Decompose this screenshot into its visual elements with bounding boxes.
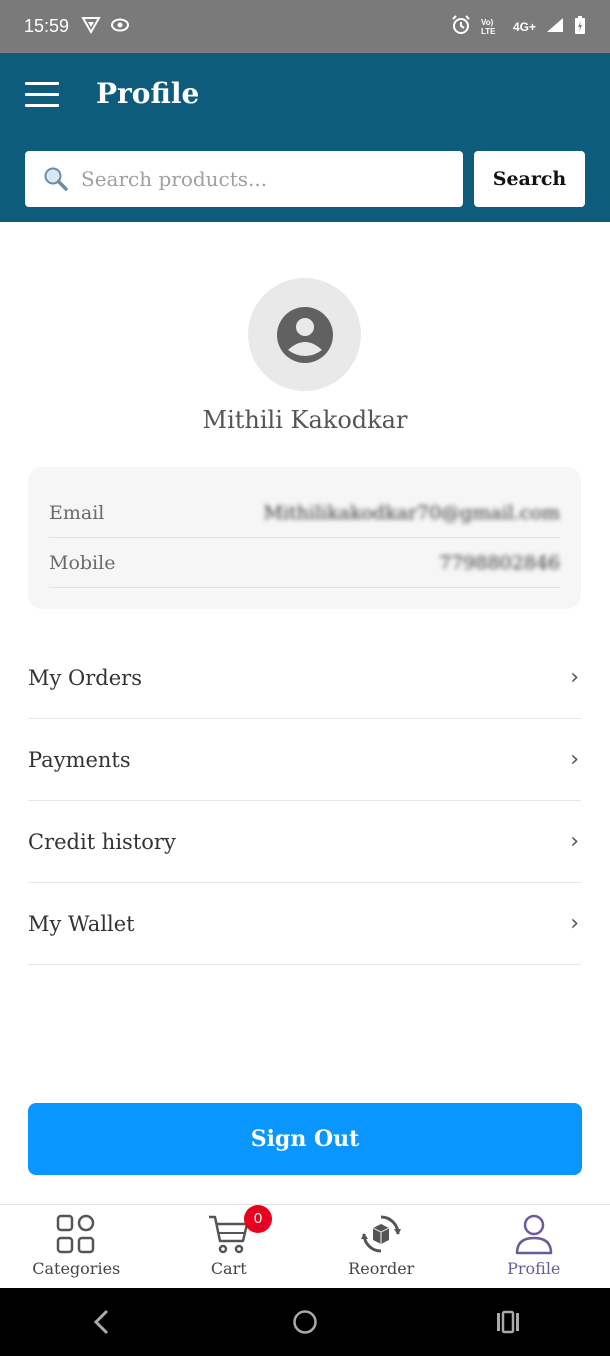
chevron-right-icon: › (570, 829, 579, 854)
search-icon (43, 166, 69, 192)
menu-item-label: Payments (28, 747, 131, 772)
user-icon (515, 1214, 552, 1255)
status-time: 15:59 (24, 16, 70, 36)
nav-item-cart[interactable]: Cart (153, 1205, 306, 1288)
search-input[interactable] (81, 167, 441, 191)
chevron-right-icon: › (570, 665, 579, 690)
page-title: Profile (96, 77, 200, 110)
menu-item-payments[interactable]: Payments › (28, 719, 581, 801)
recents-icon[interactable] (478, 1292, 538, 1352)
battery-icon (574, 15, 586, 38)
nav-item-categories[interactable]: Categories (0, 1205, 153, 1288)
app-header: Profile Search (0, 53, 610, 222)
menu-item-my-orders[interactable]: My Orders › (28, 637, 581, 719)
mobile-row: Mobile 7798802846 (49, 538, 560, 588)
chevron-right-icon: › (570, 911, 579, 936)
nav-label-cart: Cart (210, 1259, 247, 1278)
cart-count-badge: 0 (244, 1205, 272, 1233)
nav-item-profile[interactable]: Profile (458, 1205, 610, 1288)
alarm-icon (451, 15, 471, 38)
email-row: Email Mithilikakodkar70@gmail.com (49, 488, 560, 538)
menu-item-my-wallet[interactable]: My Wallet › (28, 883, 581, 965)
nav-item-reorder[interactable]: Reorder (305, 1205, 458, 1288)
profile-name: Mithili Kakodkar (202, 406, 408, 434)
profile-menu-list: My Orders › Payments › Credit history › … (28, 637, 581, 965)
menu-item-label: My Wallet (28, 911, 135, 936)
status-bar: 15:59 Vo) LTE 4G+ (0, 0, 610, 53)
avatar (248, 278, 361, 391)
mobile-value: 7798802846 (439, 551, 560, 574)
back-icon[interactable] (72, 1292, 132, 1352)
signal-icon (546, 17, 564, 36)
hamburger-menu-icon[interactable] (25, 82, 59, 108)
home-icon[interactable] (275, 1292, 335, 1352)
grid-icon (57, 1214, 95, 1254)
system-nav-bar (0, 1288, 610, 1356)
user-avatar-icon (276, 306, 333, 363)
nav-label-profile: Profile (507, 1259, 561, 1278)
menu-item-label: Credit history (28, 829, 176, 854)
menu-item-credit-history[interactable]: Credit history › (28, 801, 581, 883)
sign-out-button[interactable]: Sign Out (28, 1103, 582, 1175)
network-label: 4G+ (512, 19, 536, 34)
vpn-shield-icon (81, 16, 101, 37)
status-right-group: Vo) LTE 4G+ (451, 15, 586, 38)
eye-icon (111, 18, 130, 35)
email-value: Mithilikakodkar70@gmail.com (263, 501, 561, 524)
bottom-nav: Categories Cart Reorder Profile 0 (0, 1204, 610, 1288)
search-button[interactable]: Search (474, 151, 585, 207)
nav-label-categories: Categories (32, 1259, 121, 1278)
search-box[interactable] (25, 151, 463, 207)
reorder-icon (361, 1215, 402, 1253)
profile-info-card: Email Mithilikakodkar70@gmail.com Mobile… (28, 467, 581, 609)
mobile-label: Mobile (49, 551, 116, 574)
volte-label: Vo) LTE (480, 17, 496, 36)
email-label: Email (49, 501, 105, 524)
chevron-right-icon: › (570, 747, 579, 772)
nav-label-reorder: Reorder (348, 1259, 415, 1278)
menu-item-label: My Orders (28, 665, 142, 690)
